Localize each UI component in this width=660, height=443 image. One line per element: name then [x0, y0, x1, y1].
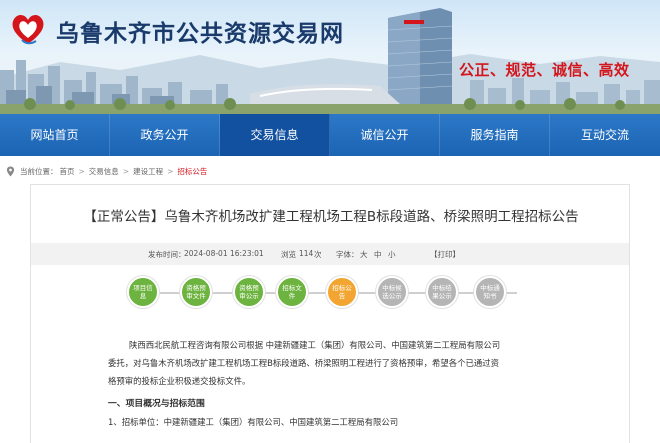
- font-size-label: 字体：: [336, 250, 359, 259]
- main-nav: 网站首页 政务公开 交易信息 诚信公开 服务指南 互动交流: [0, 114, 660, 156]
- step-result-publicity[interactable]: 中标结果公示: [426, 276, 458, 308]
- step-prequal-docs[interactable]: 资格预审文件: [180, 276, 212, 308]
- paragraph-1-line-3: 格预审的投标企业积极递交投标文件。: [108, 376, 251, 386]
- logo-icon: [12, 14, 44, 45]
- breadcrumb-separator: >: [78, 166, 85, 176]
- font-size-small[interactable]: 小: [388, 249, 396, 260]
- paragraph-1-line-1: 陕西西北民航工程咨询有限公司根据 中建新疆建工（集团）有限公司、中国建筑第二工程…: [129, 340, 501, 350]
- font-size-medium[interactable]: 中: [374, 249, 382, 260]
- step-tender-notice[interactable]: 招标公告: [326, 276, 358, 308]
- breadcrumb-separator: >: [167, 166, 174, 176]
- print-link[interactable]: 【打印】: [430, 249, 460, 260]
- article-meta-bar: 发布时间： 2024-08-01 16:23:01 浏览 114 次 字体： 大…: [31, 243, 629, 265]
- views-unit: 次: [314, 250, 322, 259]
- breadcrumb-current: 招标公告: [177, 166, 208, 176]
- paragraph-1-line-2: 委托，对乌鲁木齐机场改扩建工程机场工程B标段道路、桥梁照明工程进行了资格预审，希…: [108, 358, 499, 368]
- step-prequal-publicity[interactable]: 资格预审公示: [233, 276, 265, 308]
- breadcrumb-construction[interactable]: 建设工程: [133, 166, 163, 177]
- nav-item-interaction[interactable]: 互动交流: [550, 114, 660, 156]
- slogan: 公正、规范、诚信、高效: [459, 61, 630, 79]
- views-label: 浏览: [281, 250, 296, 259]
- step-tender-docs[interactable]: 招标文件: [276, 276, 308, 308]
- font-size-large[interactable]: 大: [360, 249, 368, 260]
- section-heading-1: 一、项目概况与招标范围: [108, 399, 205, 409]
- article-title: 【正常公告】乌鲁木齐机场改扩建工程机场工程B标段道路、桥梁照明工程招标公告: [83, 209, 579, 225]
- nav-item-credit[interactable]: 诚信公开: [330, 114, 440, 156]
- breadcrumb-separator: >: [122, 166, 130, 176]
- breadcrumb-prefix: 当前位置：: [20, 166, 58, 176]
- site-banner: 乌鲁木齐市公共资源交易网 公正、规范、诚信、高效: [0, 0, 660, 114]
- site-title: 乌鲁木齐市公共资源交易网: [56, 21, 344, 47]
- nav-item-trade-info[interactable]: 交易信息: [220, 114, 330, 156]
- step-award-notice[interactable]: 中标通知书: [474, 276, 506, 308]
- nav-item-service-guide[interactable]: 服务指南: [440, 114, 550, 156]
- section-1-item-1: 1、招标单位：中建新疆建工（集团）有限公司、中国建筑第二工程局有限公司: [108, 417, 399, 427]
- published-label: 发布时间：: [148, 250, 186, 259]
- views-count: 114: [299, 249, 314, 258]
- step-project-info[interactable]: 项目信息: [127, 276, 159, 308]
- published-time: 2024-08-01 16:23:01: [184, 249, 264, 258]
- location-pin-icon: [6, 166, 15, 176]
- breadcrumb-trade-info[interactable]: 交易信息: [89, 166, 119, 177]
- step-candidate-publicity[interactable]: 中标候选公示: [376, 276, 408, 308]
- progress-steps: 项目信息 资格预审文件 资格预审公示 招标文件 招标公告 中标候选公示 中标结果…: [31, 273, 631, 333]
- nav-item-home[interactable]: 网站首页: [0, 114, 110, 156]
- breadcrumb: 当前位置： 首页 > 交易信息 > 建设工程 > 招标公告: [6, 164, 207, 178]
- breadcrumb-home[interactable]: 首页: [60, 166, 75, 177]
- nav-item-government-affairs[interactable]: 政务公开: [110, 114, 220, 156]
- article-panel: 【正常公告】乌鲁木齐机场改扩建工程机场工程B标段道路、桥梁照明工程招标公告 发布…: [30, 184, 630, 443]
